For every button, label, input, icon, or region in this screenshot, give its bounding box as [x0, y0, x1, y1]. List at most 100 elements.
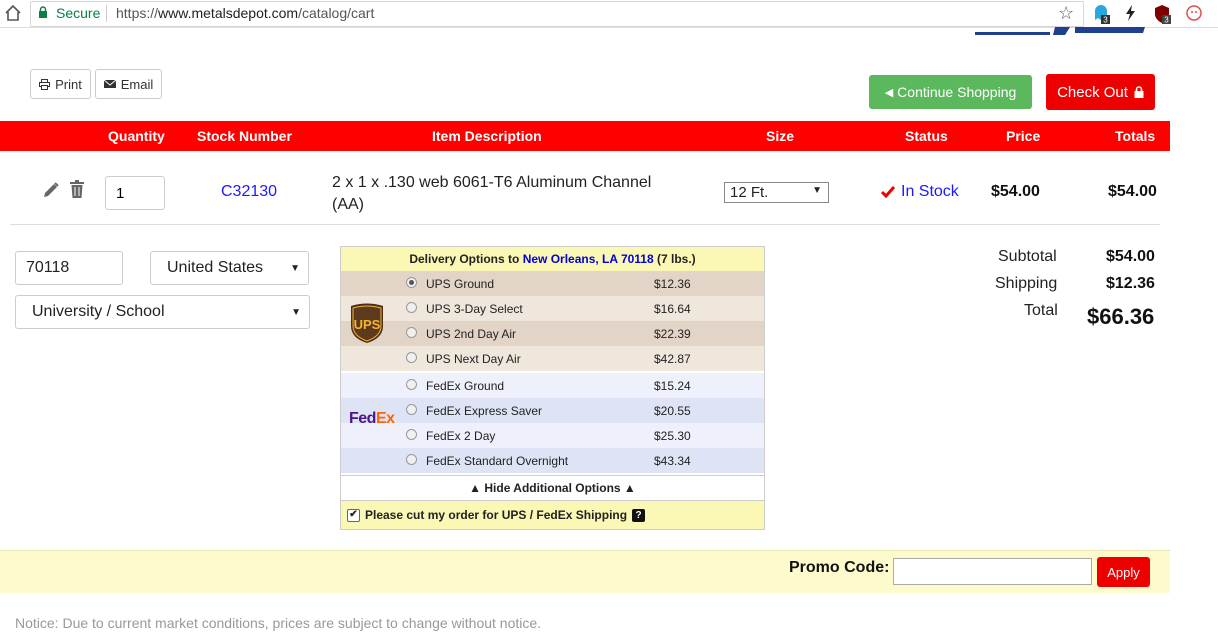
delivery-option-label: UPS Next Day Air	[426, 352, 521, 366]
delivery-option-price: $16.64	[654, 302, 691, 316]
cart-table-header: Quantity Stock Number Item Description S…	[0, 121, 1170, 151]
total-value: $66.36	[1087, 304, 1155, 329]
fedex-logo-fed: Fed	[349, 410, 376, 427]
delivery-option-radio[interactable]	[406, 454, 417, 465]
ghost-extension-icon[interactable]: 3	[1092, 4, 1110, 24]
row-divider	[10, 224, 1160, 225]
dropdown-arrow-icon: ▼	[291, 306, 301, 318]
stock-status-label: In Stock	[901, 183, 959, 200]
fedex-logo-ex: Ex	[375, 410, 395, 427]
delivery-option-price: $25.30	[654, 429, 691, 443]
stock-status: In Stock	[881, 183, 959, 201]
delivery-option-label: FedEx Ground	[426, 379, 505, 393]
quantity-input[interactable]	[105, 176, 165, 210]
continue-shopping-button[interactable]: ◀ Continue Shopping	[869, 75, 1032, 109]
country-select[interactable]: United States ▼	[150, 251, 309, 285]
delivery-option[interactable]: FedEx 2 Day $25.30	[341, 423, 764, 448]
item-price: $54.00	[991, 183, 1040, 200]
delivery-option-label: FedEx Standard Overnight	[426, 454, 569, 468]
lock-icon	[39, 6, 47, 18]
delivery-option-radio[interactable]	[406, 327, 417, 338]
delivery-option-radio[interactable]	[406, 404, 417, 415]
header-item-description: Item Description	[432, 128, 542, 144]
url-text[interactable]: https://www.metalsdepot.com/catalog/cart	[116, 5, 374, 21]
checkout-button[interactable]: Check Out	[1046, 74, 1155, 110]
site-logo-fragment	[975, 27, 1145, 35]
checkmark-icon	[881, 186, 895, 198]
envelope-icon	[103, 79, 116, 88]
apply-promo-button[interactable]: Apply	[1097, 557, 1150, 587]
fedex-logo: FedEx	[349, 410, 395, 428]
delivery-option-radio[interactable]	[406, 277, 417, 288]
browser-toolbar: Secure https://www.metalsdepot.com/catal…	[0, 0, 1218, 28]
ublock-extension-icon[interactable]: 3	[1153, 4, 1171, 24]
delivery-option[interactable]: UPS 2nd Day Air $22.39	[341, 321, 764, 346]
delivery-option-radio[interactable]	[406, 352, 417, 363]
delivery-option[interactable]: UPS Ground $12.36	[341, 271, 764, 296]
item-total: $54.00	[1108, 183, 1157, 200]
zip-code-input[interactable]: 70118	[15, 251, 123, 285]
subtotal-value: $54.00	[1106, 248, 1155, 265]
delivery-option-radio[interactable]	[406, 429, 417, 440]
hide-options-toggle[interactable]: ▲ Hide Additional Options ▲	[341, 475, 764, 501]
url-host: www.metalsdepot.com	[158, 5, 299, 21]
cut-order-checkbox[interactable]: ✔	[347, 508, 360, 522]
header-status: Status	[905, 128, 948, 144]
price-notice: Notice: Due to current market conditions…	[15, 615, 542, 631]
dropdown-arrow-icon: ▼	[290, 262, 300, 274]
delivery-option-price: $43.34	[654, 454, 691, 468]
delivery-option-radio[interactable]	[406, 379, 417, 390]
delivery-option-label: UPS 2nd Day Air	[426, 327, 517, 341]
zip-value: 70118	[26, 259, 70, 276]
bookmark-star-icon[interactable]: ☆	[1058, 3, 1074, 24]
delivery-option-price: $12.36	[654, 277, 691, 291]
continue-shopping-label: Continue Shopping	[897, 84, 1017, 100]
country-value: United States	[167, 259, 264, 276]
url-path: /catalog/cart	[298, 5, 375, 21]
delivery-option[interactable]: FedEx Standard Overnight $43.34	[341, 448, 764, 473]
cut-order-row: ✔ Please cut my order for UPS / FedEx Sh…	[341, 501, 764, 529]
lightning-extension-icon[interactable]	[1123, 4, 1137, 22]
size-select[interactable]: 12 Ft. ▼	[724, 182, 829, 203]
delivery-option-radio[interactable]	[406, 302, 417, 313]
shipping-value: $12.36	[1106, 275, 1155, 292]
delivery-option[interactable]: UPS Next Day Air $42.87	[341, 346, 764, 371]
padlock-icon	[1134, 86, 1144, 98]
ext-badge-3: 3	[1164, 16, 1169, 25]
promo-code-input[interactable]	[893, 558, 1092, 585]
url-scheme: https://	[116, 5, 159, 21]
print-button[interactable]: Print	[30, 69, 91, 99]
email-label: Email	[120, 76, 154, 92]
delivery-option-label: UPS 3-Day Select	[426, 302, 523, 316]
delivery-options-header: Delivery Options to New Orleans, LA 7011…	[341, 247, 764, 271]
pig-extension-icon[interactable]	[1185, 4, 1203, 22]
shipping-label: Shipping	[995, 275, 1058, 292]
ups-logo-text: UPS	[354, 317, 381, 332]
secure-label: Secure	[56, 5, 101, 21]
header-price: Price	[1006, 128, 1041, 144]
pencil-icon[interactable]	[42, 181, 60, 199]
delivery-option-label: UPS Ground	[426, 277, 495, 291]
delivery-location-link[interactable]: New Orleans, LA 70118	[523, 252, 654, 266]
delivery-option[interactable]: UPS 3-Day Select $16.64	[341, 296, 764, 321]
dropdown-arrow-icon: ▼	[812, 185, 822, 196]
stock-number-link[interactable]: C32130	[221, 183, 277, 201]
delivery-option-price: $20.55	[654, 404, 691, 418]
address-type-select[interactable]: University / School ▼	[15, 295, 310, 329]
print-label: Print	[55, 76, 82, 92]
total-label: Total	[1024, 302, 1058, 319]
ups-logo: UPS	[351, 303, 383, 343]
delivery-option[interactable]: FedEx Ground $15.24	[341, 373, 764, 398]
delivery-option[interactable]: FedEx Express Saver $20.55	[341, 398, 764, 423]
email-button[interactable]: Email	[95, 69, 162, 99]
help-icon[interactable]: ?	[632, 508, 646, 522]
checkout-label: Check Out	[1057, 83, 1128, 101]
trash-icon[interactable]	[69, 180, 85, 199]
back-arrow-icon: ◀	[884, 86, 894, 99]
home-icon[interactable]	[4, 3, 22, 23]
address-type-value: University / School	[32, 303, 165, 320]
promo-code-label: Promo Code:	[789, 559, 890, 576]
printer-icon	[39, 78, 51, 90]
delivery-prefix: Delivery Options to	[409, 252, 520, 266]
header-quantity: Quantity	[108, 128, 165, 144]
